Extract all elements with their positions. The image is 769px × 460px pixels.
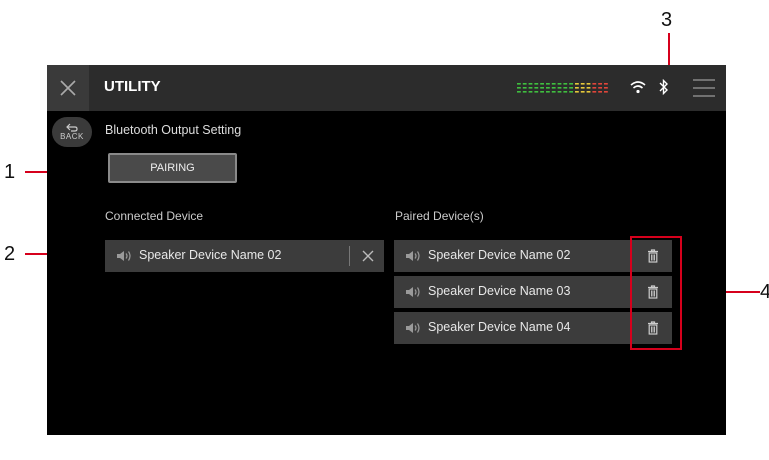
pairing-button[interactable]: PAIRING: [108, 153, 237, 183]
meter-segment: [598, 87, 602, 89]
level-meter: [517, 83, 608, 93]
page-title: UTILITY: [104, 78, 161, 95]
device-screen: UTILITY BACK Bluetooth Output Setting PA…: [47, 65, 726, 435]
meter-segment: [598, 83, 602, 85]
meter-segment: [522, 83, 527, 85]
top-bar: UTILITY: [47, 65, 726, 111]
close-icon: [60, 80, 76, 96]
callout-1: 1: [4, 161, 16, 183]
callout-2: 2: [4, 243, 16, 265]
meter-segment: [557, 87, 562, 89]
meter-segment: [546, 91, 550, 93]
section-title: Bluetooth Output Setting: [105, 123, 242, 137]
meter-segment: [517, 83, 521, 85]
meter-segment: [517, 87, 521, 89]
meter-segment: [551, 87, 556, 89]
meter-segment: [517, 91, 521, 93]
meter-segment: [592, 87, 597, 89]
meter-segment: [546, 87, 550, 89]
paired-device-name: Speaker Device Name 04: [428, 320, 571, 334]
meter-segment: [534, 91, 539, 93]
meter-segment: [563, 91, 568, 93]
back-label: BACK: [60, 132, 84, 141]
close-button[interactable]: [47, 65, 89, 111]
callout-4: 4: [760, 281, 769, 303]
bluetooth-icon: [659, 79, 668, 95]
connected-device-row: Speaker Device Name 02: [105, 240, 384, 272]
meter-segment: [551, 91, 556, 93]
meter-segment: [569, 87, 573, 89]
wifi-icon: [630, 81, 646, 94]
meter-segment: [569, 83, 573, 85]
meter-segment: [575, 91, 579, 93]
paired-device-name: Speaker Device Name 03: [428, 284, 571, 298]
meter-segment: [586, 83, 591, 85]
row-divider: [349, 246, 350, 266]
meter-segment: [586, 87, 591, 89]
meter-segment: [580, 87, 585, 89]
meter-segment: [598, 91, 602, 93]
callout-4-box: [630, 236, 682, 350]
meter-segment: [575, 87, 579, 89]
meter-segment: [586, 91, 591, 93]
speaker-icon: [117, 251, 131, 261]
meter-segment: [546, 83, 550, 85]
meter-segment: [563, 87, 568, 89]
speaker-icon: [406, 287, 420, 297]
hamburger-icon: [692, 79, 715, 97]
meter-segment: [528, 87, 533, 89]
meter-segment: [534, 83, 539, 85]
callout-3: 3: [661, 9, 673, 31]
menu-button[interactable]: [681, 65, 726, 111]
meter-segment: [569, 91, 573, 93]
speaker-icon: [406, 323, 420, 333]
disconnect-button[interactable]: [352, 240, 384, 272]
meter-segment: [604, 87, 608, 89]
meter-segment: [604, 91, 608, 93]
meter-segment: [540, 91, 544, 93]
meter-segment: [534, 87, 539, 89]
meter-segment: [580, 91, 585, 93]
paired-devices-heading: Paired Device(s): [395, 209, 484, 223]
speaker-icon: [406, 251, 420, 261]
meter-segment: [551, 83, 556, 85]
meter-segment: [557, 91, 562, 93]
meter-segment: [592, 83, 597, 85]
meter-segment: [522, 87, 527, 89]
connected-device-name: Speaker Device Name 02: [139, 248, 282, 262]
meter-segment: [528, 83, 533, 85]
meter-segment: [522, 91, 527, 93]
meter-segment: [580, 83, 585, 85]
meter-segment: [540, 87, 544, 89]
back-button[interactable]: BACK: [52, 117, 92, 147]
connected-device-heading: Connected Device: [105, 209, 204, 223]
meter-segment: [528, 91, 533, 93]
meter-segment: [540, 83, 544, 85]
meter-segment: [592, 91, 597, 93]
paired-device-name: Speaker Device Name 02: [428, 248, 571, 262]
meter-segment: [604, 83, 608, 85]
meter-segment: [575, 83, 579, 85]
meter-segment: [563, 83, 568, 85]
meter-segment: [557, 83, 562, 85]
close-icon: [362, 250, 374, 262]
